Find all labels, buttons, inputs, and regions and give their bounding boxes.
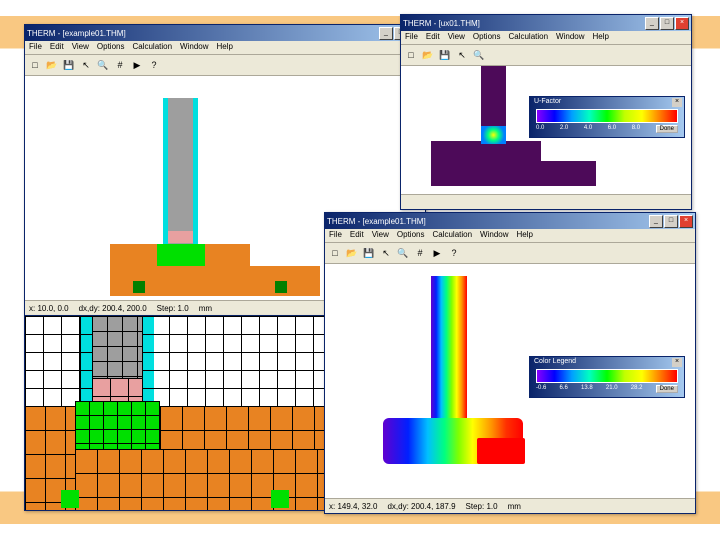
- new-icon[interactable]: □: [403, 47, 419, 63]
- status-bar: x: 149.4, 32.0 dx,dy: 200.4, 187.9 Step:…: [325, 498, 695, 513]
- run-icon[interactable]: ▶: [429, 245, 445, 261]
- menu-options[interactable]: Options: [473, 32, 501, 43]
- menu-options[interactable]: Options: [397, 230, 425, 241]
- status-dxdy: dx,dy: 200.4, 187.9: [387, 502, 455, 511]
- maximize-button[interactable]: □: [664, 215, 678, 228]
- menu-edit[interactable]: Edit: [426, 32, 440, 43]
- legend-done-button[interactable]: Done: [656, 385, 678, 393]
- zoom-icon[interactable]: 🔍: [95, 57, 111, 73]
- open-icon[interactable]: 📂: [420, 47, 436, 63]
- grid-icon[interactable]: #: [412, 245, 428, 261]
- status-units: mm: [199, 304, 212, 313]
- legend-ticks: 0.0 2.0 4.0 6.0 8.0 Done: [536, 125, 678, 133]
- status-step: Step: 1.0: [157, 304, 189, 313]
- menu-help[interactable]: Help: [217, 42, 233, 53]
- menu-edit[interactable]: Edit: [50, 42, 64, 53]
- save-icon[interactable]: 💾: [437, 47, 453, 63]
- zoom-icon[interactable]: 🔍: [395, 245, 411, 261]
- toolbar: □ 📂 💾 ↖ 🔍: [401, 45, 691, 66]
- status-step: Step: 1.0: [466, 502, 498, 511]
- toolbar: □ 📂 💾 ↖ 🔍 # ▶ ?: [325, 243, 695, 264]
- menu-bar: File Edit View Options Calculation Windo…: [25, 41, 425, 55]
- toolbar: □ 📂 💾 ↖ 🔍 # ▶ ?: [25, 55, 425, 76]
- mesh-canvas[interactable]: [25, 316, 325, 510]
- run-icon[interactable]: ▶: [129, 57, 145, 73]
- open-icon[interactable]: 📂: [44, 57, 60, 73]
- zoom-icon[interactable]: 🔍: [471, 47, 487, 63]
- menu-window[interactable]: Window: [556, 32, 584, 43]
- color-legend[interactable]: × Color Legend -0.6 6.6 13.8 21.0 28.2 D…: [529, 356, 685, 398]
- titlebar[interactable]: THERM - [ux01.THM] _ □ ×: [401, 15, 691, 31]
- menu-window[interactable]: Window: [480, 230, 508, 241]
- legend-done-button[interactable]: Done: [656, 125, 678, 133]
- menu-bar: File Edit View Options Calculation Windo…: [325, 229, 695, 243]
- color-legend[interactable]: × U-Factor 0.0 2.0 4.0 6.0 8.0 Done: [529, 96, 685, 138]
- new-icon[interactable]: □: [327, 245, 343, 261]
- new-icon[interactable]: □: [27, 57, 43, 73]
- save-icon[interactable]: 💾: [61, 57, 77, 73]
- minimize-button[interactable]: _: [645, 17, 659, 30]
- maximize-button[interactable]: □: [660, 17, 674, 30]
- menu-window[interactable]: Window: [180, 42, 208, 53]
- window-title: THERM - [example01.THM]: [327, 217, 649, 226]
- menu-file[interactable]: File: [29, 42, 42, 53]
- arrow-icon[interactable]: ↖: [378, 245, 394, 261]
- menu-view[interactable]: View: [72, 42, 89, 53]
- minimize-button[interactable]: _: [649, 215, 663, 228]
- legend-gradient: [536, 369, 678, 383]
- menu-file[interactable]: File: [405, 32, 418, 43]
- menu-file[interactable]: File: [329, 230, 342, 241]
- titlebar[interactable]: THERM - [example01.THM] _ □ ×: [25, 25, 425, 41]
- menu-calculation[interactable]: Calculation: [432, 230, 472, 241]
- menu-view[interactable]: View: [372, 230, 389, 241]
- titlebar[interactable]: THERM - [example01.THM] _ □ ×: [325, 213, 695, 229]
- status-xy: x: 10.0, 0.0: [29, 304, 69, 313]
- window-title: THERM - [example01.THM]: [27, 29, 379, 38]
- save-icon[interactable]: 💾: [361, 245, 377, 261]
- window-title: THERM - [ux01.THM]: [403, 19, 645, 28]
- menu-calculation[interactable]: Calculation: [508, 32, 548, 43]
- open-icon[interactable]: 📂: [344, 245, 360, 261]
- close-button[interactable]: ×: [679, 215, 693, 228]
- arrow-icon[interactable]: ↖: [78, 57, 94, 73]
- status-bar: [401, 194, 691, 209]
- grid-icon[interactable]: #: [112, 57, 128, 73]
- status-xy: x: 149.4, 32.0: [329, 502, 377, 511]
- legend-close-icon[interactable]: ×: [672, 98, 682, 107]
- legend-gradient: [536, 109, 678, 123]
- menu-calculation[interactable]: Calculation: [132, 42, 172, 53]
- menu-help[interactable]: Help: [517, 230, 533, 241]
- minimize-button[interactable]: _: [379, 27, 393, 40]
- menu-view[interactable]: View: [448, 32, 465, 43]
- legend-title: U-Factor: [534, 98, 561, 105]
- close-button[interactable]: ×: [675, 17, 689, 30]
- result-canvas[interactable]: × U-Factor 0.0 2.0 4.0 6.0 8.0 Done: [401, 66, 691, 194]
- result-canvas[interactable]: × Color Legend -0.6 6.6 13.8 21.0 28.2 D…: [325, 264, 695, 498]
- menu-edit[interactable]: Edit: [350, 230, 364, 241]
- menu-bar: File Edit View Options Calculation Windo…: [401, 31, 691, 45]
- menu-options[interactable]: Options: [97, 42, 125, 53]
- window-ufactor[interactable]: THERM - [ux01.THM] _ □ × File Edit View …: [400, 14, 692, 210]
- menu-help[interactable]: Help: [593, 32, 609, 43]
- help-icon[interactable]: ?: [446, 245, 462, 261]
- legend-close-icon[interactable]: ×: [672, 358, 682, 367]
- window-mesh-detail[interactable]: [24, 316, 326, 511]
- arrow-icon[interactable]: ↖: [454, 47, 470, 63]
- legend-title: Color Legend: [534, 358, 576, 365]
- status-dxdy: dx,dy: 200.4, 200.0: [79, 304, 147, 313]
- status-units: mm: [508, 502, 521, 511]
- legend-ticks: -0.6 6.6 13.8 21.0 28.2 Done: [536, 385, 678, 393]
- help-icon[interactable]: ?: [146, 57, 162, 73]
- window-temperature[interactable]: THERM - [example01.THM] _ □ × File Edit …: [324, 212, 696, 514]
